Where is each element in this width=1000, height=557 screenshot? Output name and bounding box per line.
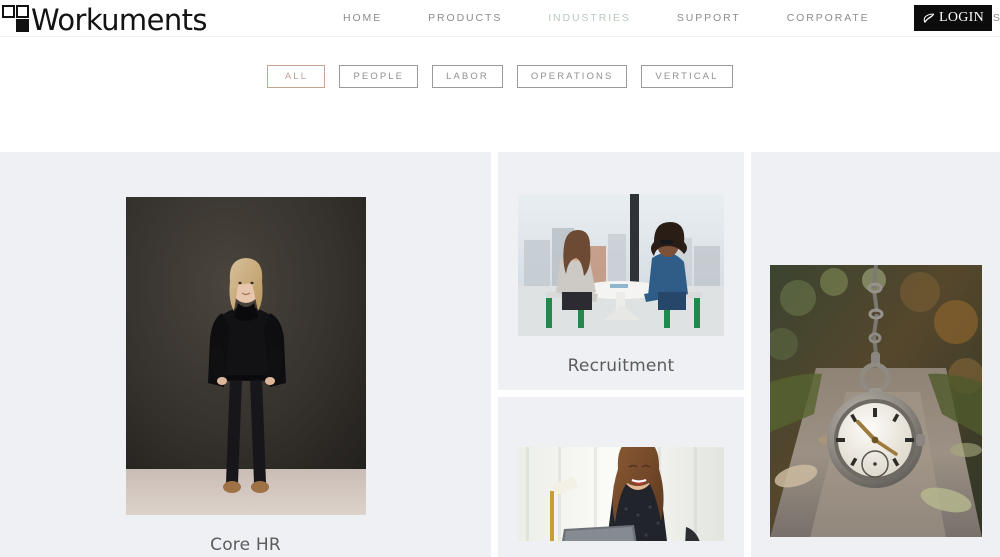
nav-item-corporate[interactable]: CORPORATE xyxy=(764,12,893,24)
category-filter-bar: ALL PEOPLE LABOR OPERATIONS VERTICAL xyxy=(0,37,1000,152)
site-header: Workuments HOME PRODUCTS INDUSTRIES SUPP… xyxy=(0,0,1000,37)
main-navigation: HOME PRODUCTS INDUSTRIES SUPPORT CORPORA… xyxy=(320,0,1000,36)
card-laptop-woman[interactable] xyxy=(498,397,744,557)
filter-button-people[interactable]: PEOPLE xyxy=(339,65,419,88)
card-laptop-woman-image xyxy=(518,447,724,541)
brand-logo[interactable]: Workuments xyxy=(0,0,207,36)
card-core-hr-image xyxy=(125,197,366,515)
card-core-hr-title: Core HR xyxy=(210,535,281,555)
grid-column-1: Core HR xyxy=(0,152,491,557)
card-core-hr[interactable]: Core HR xyxy=(0,152,491,557)
three-squares-logo-icon xyxy=(2,5,29,32)
grid-column-3 xyxy=(751,152,1000,557)
filter-button-operations[interactable]: OPERATIONS xyxy=(516,65,628,88)
nav-item-industries[interactable]: INDUSTRIES xyxy=(525,12,654,24)
logo-square-top-right xyxy=(16,5,29,18)
nav-item-support[interactable]: SUPPORT xyxy=(654,12,764,24)
nav-item-products[interactable]: PRODUCTS xyxy=(405,12,525,24)
filter-button-all[interactable]: ALL xyxy=(267,65,326,88)
card-pocket-watch-image xyxy=(769,265,982,537)
card-pocket-watch[interactable] xyxy=(751,152,1000,557)
card-recruitment-image xyxy=(518,194,724,336)
card-recruitment-title: Recruitment xyxy=(567,356,675,376)
login-button-label: LOGIN xyxy=(938,10,985,25)
logo-square-bottom-left xyxy=(2,19,15,32)
logo-square-top-left xyxy=(2,5,15,18)
category-card-grid: Core HR Recruitment xyxy=(0,152,1000,557)
logo-square-bottom-right xyxy=(16,19,29,32)
brand-name: Workuments xyxy=(31,3,207,37)
filter-button-vertical[interactable]: VERTICAL xyxy=(641,65,733,88)
card-recruitment[interactable]: Recruitment xyxy=(498,152,744,390)
leaf-icon xyxy=(923,13,934,23)
filter-button-labor[interactable]: LABOR xyxy=(432,65,503,88)
grid-column-2: Recruitment xyxy=(498,152,744,557)
nav-item-home[interactable]: HOME xyxy=(320,12,405,24)
login-button[interactable]: LOGIN xyxy=(914,5,992,31)
